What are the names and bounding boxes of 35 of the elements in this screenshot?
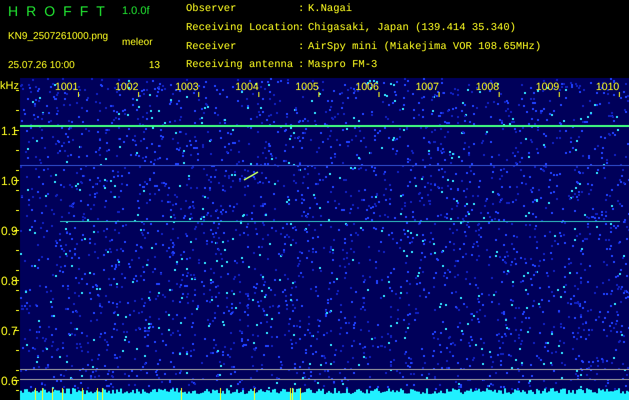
info-label: Receiving antenna	[186, 59, 294, 74]
app-title: H R O F F T	[8, 2, 105, 20]
amplitude-label: 1.0	[1, 174, 18, 188]
info-separator: :	[298, 3, 306, 17]
frequency-label: 1010	[596, 81, 620, 93]
info-separator: :	[298, 40, 306, 54]
info-separator: :	[298, 59, 306, 74]
amplitude-label: 1.1	[1, 124, 18, 138]
frequency-label: 1009	[536, 81, 560, 93]
info-value: Maspro FM-3	[308, 59, 378, 74]
frequency-label: 1003	[175, 81, 199, 93]
frequency-label: 1002	[115, 81, 138, 93]
info-label: Observer	[186, 3, 238, 17]
count-label: meleor	[122, 36, 154, 50]
amplitude-label: 0.6	[1, 374, 18, 388]
amplitude-label: 0.9	[1, 224, 18, 238]
info-value: AirSpy mini (Miakejima VOR 108.65MHz)	[308, 40, 542, 54]
amplitude-label: 0.8	[1, 274, 18, 288]
frequency-label: 1007	[416, 81, 439, 93]
version-label: 1.0.0f	[122, 4, 151, 19]
amplitude-label: 0.7	[1, 324, 18, 338]
frequency-label: 1001	[55, 81, 78, 93]
info-separator: :	[298, 22, 306, 36]
filename-label: KN9_2507261000.png	[8, 31, 110, 44]
info-value: Chigasaki, Japan (139.414 35.340)	[308, 22, 517, 36]
info-value: K.Nagai	[308, 3, 354, 17]
frequency-label: 1008	[476, 81, 500, 93]
frequency-label: 1004	[235, 81, 259, 93]
frequency-label: 1005	[295, 81, 319, 93]
unit-label: kHz	[0, 80, 19, 92]
info-label: Receiver	[186, 40, 238, 54]
info-label: Receiving Location	[186, 22, 298, 36]
frequency-label: 1006	[356, 81, 379, 93]
datetime-label: 25.07.26 10:00	[8, 60, 76, 73]
count-value: 13	[148, 60, 161, 73]
